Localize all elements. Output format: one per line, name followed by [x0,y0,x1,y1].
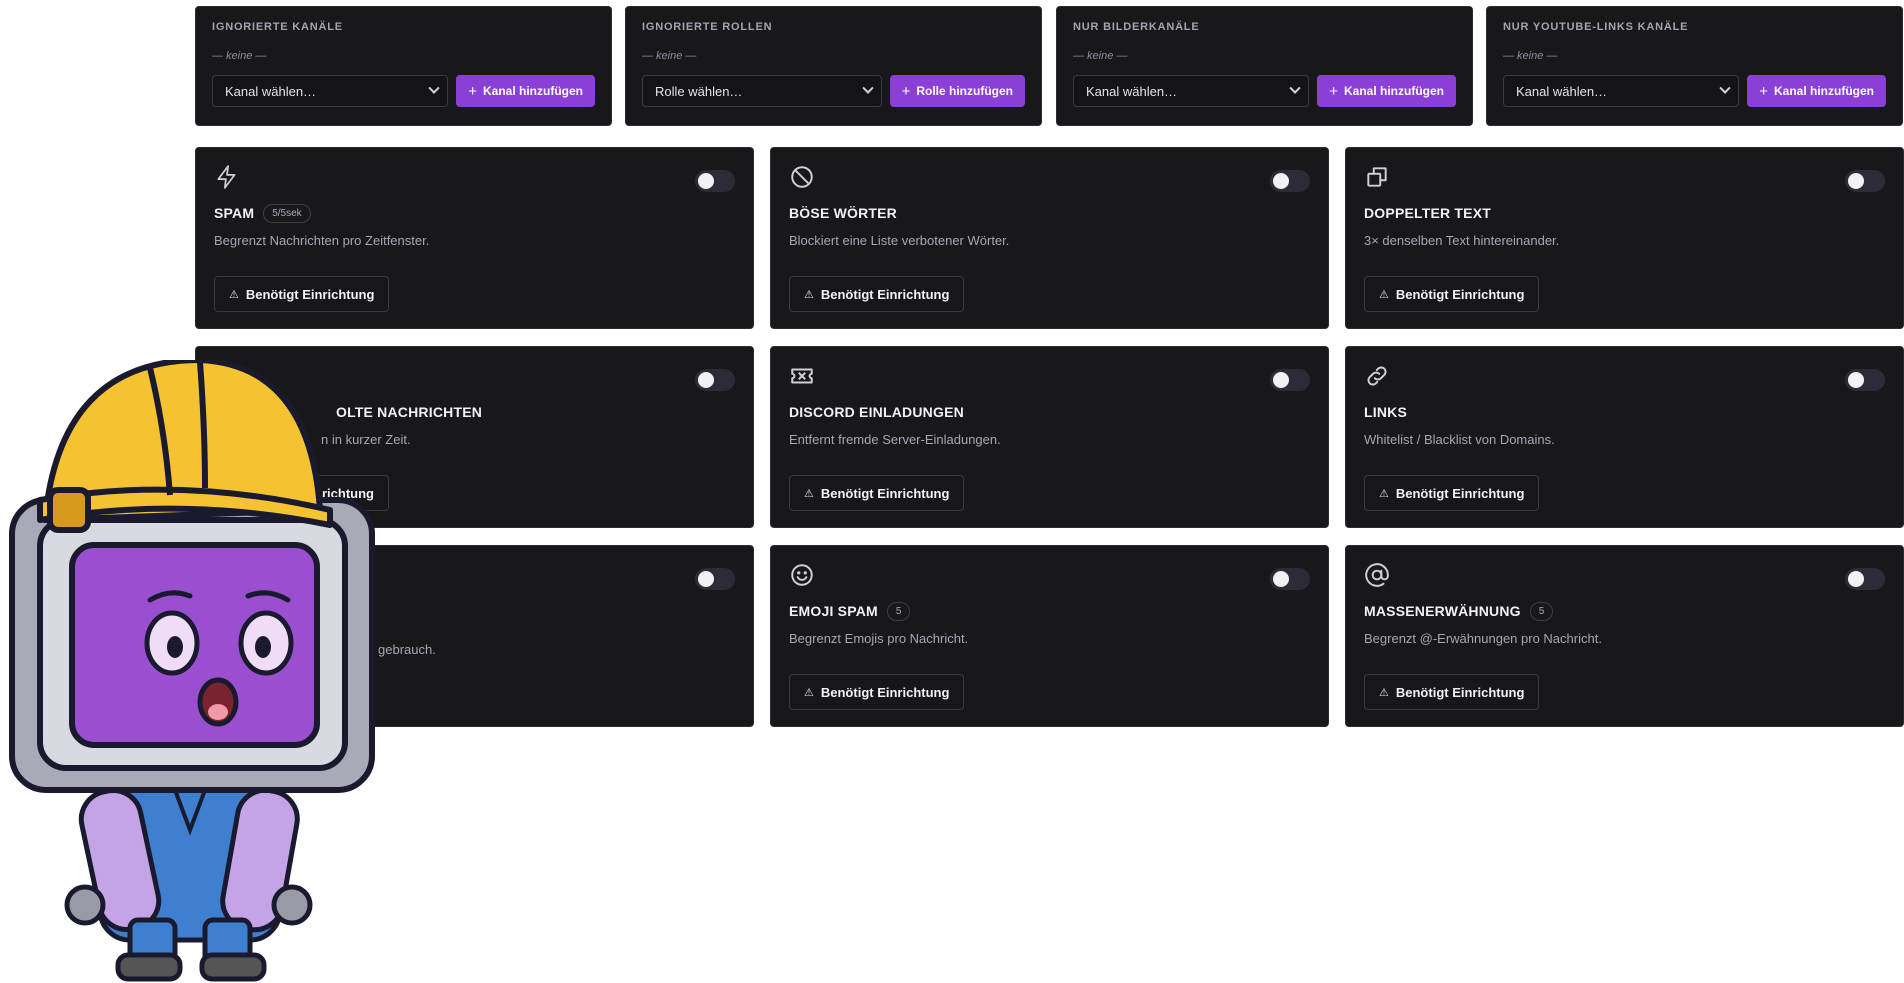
filter-title: NUR BILDERKANÄLE [1073,21,1200,33]
rule-toggle[interactable] [1270,568,1310,590]
rule-title: MASSENERWÄHNUNG [1364,603,1521,619]
chevron-down-icon [861,82,874,94]
select-value: Kanal wählen… [1516,83,1608,99]
rule-description: Begrenzt Emojis pro Nachricht. [789,631,969,646]
add-channel-button[interactable]: + Kanal hinzufügen [1747,75,1886,107]
channel-select[interactable]: Kanal wählen… [212,75,449,107]
filter-title: NUR YOUTUBE-LINKS KANÄLE [1503,21,1689,33]
rule-toggle[interactable] [1270,170,1310,192]
ticket-icon [789,363,815,389]
rule-card-spam: SPAM 5/5sek Begrenzt Nachrichten pro Zei… [195,147,754,329]
rule-toggle[interactable] [695,170,735,192]
plus-icon: + [1329,82,1338,100]
filter-panel-ignored-channels: IGNORIERTE KANÄLE — keine — Kanal wählen… [195,6,612,126]
setup-button-label: Benötigt Einrichtung [1395,684,1525,700]
setup-button-label: Benötigt Einrichtung [1395,286,1525,302]
warning-icon: ⚠ [1379,288,1389,301]
ban-icon [789,164,815,190]
lightning-icon [214,164,240,190]
warning-icon: ⚠ [804,686,814,699]
rule-toggle[interactable] [695,369,735,391]
rule-toggle[interactable] [1270,369,1310,391]
plus-icon: + [901,82,911,100]
warning-icon: ⚠ [229,288,239,301]
setup-required-button[interactable]: ⚠ Benötigt Einrichtung [1364,276,1540,312]
add-button-label: Kanal hinzufügen [483,84,583,98]
add-button-label: Kanal hinzufügen [1774,84,1874,98]
smiley-icon [789,562,815,588]
setup-button-label: Benötigt Einrichtung [245,286,375,302]
rule-title: BÖSE WÖRTER [789,205,897,221]
setup-button-label: Benötigt Einrichtung [820,485,950,501]
rule-badge: 5 [1529,601,1554,621]
filter-empty-text: — keine — [212,50,267,62]
link-icon [1364,363,1390,389]
rule-card-bad-words: BÖSE WÖRTER Blockiert eine Liste verbote… [770,147,1329,329]
rule-card-emoji-spam: EMOJI SPAM 5 Begrenzt Emojis pro Nachric… [770,545,1329,727]
role-select[interactable]: Rolle wählen… [642,75,882,107]
filter-panel-youtube-channels: NUR YOUTUBE-LINKS KANÄLE — keine — Kanal… [1486,6,1903,126]
select-value: Kanal wählen… [1086,83,1178,99]
rule-description: 3× denselben Text hintereinander. [1364,233,1560,248]
filter-panel-image-channels: NUR BILDERKANÄLE — keine — Kanal wählen…… [1056,6,1473,126]
rule-title: LINKS [1364,404,1407,420]
add-channel-button[interactable]: + Kanal hinzufügen [456,75,595,107]
filter-panel-ignored-roles: IGNORIERTE ROLLEN — keine — Rolle wählen… [625,6,1042,126]
rule-title: EMOJI SPAM [789,603,878,619]
copy-icon [1364,164,1390,190]
setup-required-button[interactable]: ⚠ Benötigt Einrichtung [789,276,965,312]
rule-card-discord-invites: DISCORD EINLADUNGEN Entfernt fremde Serv… [770,346,1329,528]
select-value: Rolle wählen… [655,83,743,99]
channel-select[interactable]: Kanal wählen… [1503,75,1740,107]
channel-select[interactable]: Kanal wählen… [1073,75,1310,107]
plus-icon: + [1759,82,1768,100]
rule-card-duplicate-text: DOPPELTER TEXT 3× denselben Text hintere… [1345,147,1904,329]
filter-title: IGNORIERTE ROLLEN [642,21,773,33]
rule-title: DOPPELTER TEXT [1364,205,1491,221]
warning-icon: ⚠ [804,487,814,500]
rule-title: SPAM [214,205,255,221]
setup-required-button[interactable]: ⚠ Benötigt Einrichtung [1364,674,1540,710]
warning-icon: ⚠ [1379,686,1389,699]
setup-required-button[interactable]: ⚠ Benötigt Einrichtung [789,475,965,511]
add-role-button[interactable]: + Rolle hinzufügen [889,75,1025,107]
setup-required-button[interactable]: ⚠ Benötigt Einrichtung [789,674,965,710]
rule-toggle[interactable] [695,568,735,590]
rule-description: Begrenzt Nachrichten pro Zeitfenster. [214,233,430,248]
add-button-label: Kanal hinzufügen [1344,84,1444,98]
chevron-down-icon [1719,82,1731,94]
rule-description: Blockiert eine Liste verbotener Wörter. [789,233,1010,248]
filter-empty-text: — keine — [642,50,697,62]
filter-title: IGNORIERTE KANÄLE [212,21,343,33]
add-channel-button[interactable]: + Kanal hinzufügen [1317,75,1456,107]
rule-card-links: LINKS Whitelist / Blacklist von Domains.… [1345,346,1904,528]
select-value: Kanal wählen… [225,83,317,99]
rule-toggle[interactable] [1845,170,1885,192]
filter-empty-text: — keine — [1503,50,1558,62]
warning-icon: ⚠ [1379,487,1389,500]
setup-button-label: Benötigt Einrichtung [820,684,950,700]
setup-required-button[interactable]: ⚠ Benötigt Einrichtung [1364,475,1540,511]
setup-button-label: Benötigt Einrichtung [1395,485,1525,501]
warning-icon: ⚠ [804,288,814,301]
robot-mechanic-mascot [9,360,375,982]
setup-required-button[interactable]: ⚠ Benötigt Einrichtung [214,276,390,312]
rule-toggle[interactable] [1845,568,1885,590]
add-button-label: Rolle hinzufügen [916,84,1013,98]
rule-card-mass-mentions: MASSENERWÄHNUNG 5 Begrenzt @-Erwähnungen… [1345,545,1904,727]
rule-description: Whitelist / Blacklist von Domains. [1364,432,1555,447]
setup-button-label: Benötigt Einrichtung [820,286,950,302]
chevron-down-icon [1289,82,1301,94]
rule-description: Entfernt fremde Server-Einladungen. [789,432,1001,447]
plus-icon: + [468,82,477,100]
rule-toggle[interactable] [1845,369,1885,391]
rule-description: Begrenzt @-Erwähnungen pro Nachricht. [1364,631,1602,646]
at-icon [1364,562,1390,588]
chevron-down-icon [428,82,440,94]
rule-badge: 5/5sek [263,203,311,223]
rule-title: DISCORD EINLADUNGEN [789,404,964,420]
rule-badge: 5 [886,601,911,621]
filter-empty-text: — keine — [1073,50,1128,62]
